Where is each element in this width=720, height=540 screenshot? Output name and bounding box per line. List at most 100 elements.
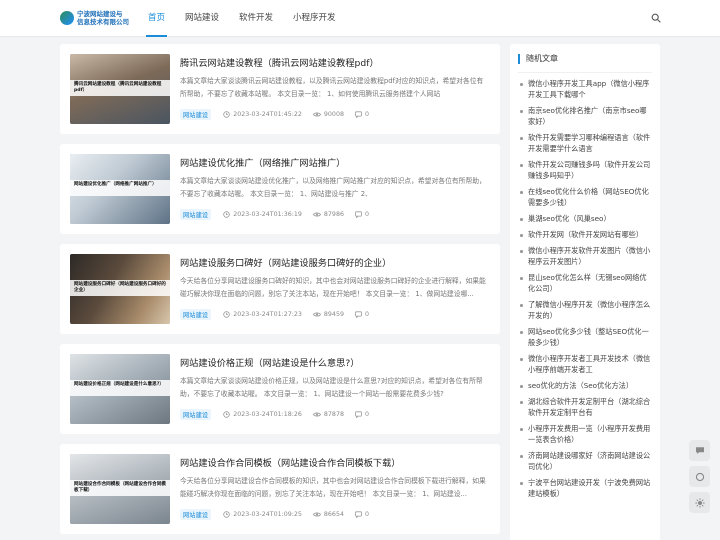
thumbnail-caption: 网站建设服务口碑好（网站建设服务口碑好的企业） [70,280,170,296]
post-excerpt: 今天给各位分享网站建设合作合同模板的知识，其中也会对网站建设合作合同模板下载进行… [180,477,486,498]
list-item[interactable]: 南京seo优化排名推广（南京市seo哪家好） [518,103,652,130]
nav-item-website-building[interactable]: 网站建设 [175,0,229,37]
thumbnail-caption: 网站建设价格正规（网站建设是什么意思?） [70,380,170,396]
list-item[interactable]: 微信小程序开发者工具开发技术（微信小程序前端开发者工 [518,351,652,378]
clock-icon [223,111,230,118]
category-tag[interactable]: 网站建设 [180,209,212,220]
post-meta: 网站建设 2023-03-24T01:45:22 90008 0 [180,109,380,120]
main-nav: 首页 网站建设 软件开发 小程序开发 [138,0,346,37]
comment-icon [355,111,362,118]
list-item[interactable]: 网站seo优化多少钱（整站SEO优化一般多少钱） [518,324,652,351]
comment-icon [355,511,362,518]
clock-icon [223,311,230,318]
comment-icon [355,411,362,418]
post-card[interactable]: 网站建设服务口碑好（网站建设服务口碑好的企业） 网站建设服务口碑好（网站建设服务… [60,244,500,334]
thumbnail-caption: 网站建设优化推广（网络推广网站推广） [70,180,170,196]
category-tag[interactable]: 网站建设 [180,509,212,520]
post-title[interactable]: 腾讯云网站建设教程（腾讯云网站建设教程pdf） [180,55,379,69]
post-time: 2023-03-24T01:18:26 [233,411,302,418]
logo-line-1: 宁波网站建设与 [77,10,123,18]
circle-icon [695,472,704,481]
chat-button[interactable] [689,440,710,461]
list-item[interactable]: 在线seo优化什么价格（网站SEO优化需要多少钱） [518,184,652,211]
list-item[interactable]: 济南网站建设哪家好（济南网站建设公司优化） [518,448,652,475]
sidebar-title: 随机文章 [518,54,558,64]
list-item[interactable]: 了解微信小程序开发（微信小程序怎么开发的） [518,297,652,324]
post-comments: 0 [364,311,369,318]
random-article-list: 微信小程序开发工具app（微信小程序开发工具下载哪个 南京seo优化排名推广（南… [518,76,652,502]
post-views: 87878 [323,411,344,418]
post-time: 2023-03-24T01:45:22 [233,111,302,118]
list-item[interactable]: 昆山seo优化怎么样（无锡seo网络优化公司） [518,270,652,297]
nav-item-home[interactable]: 首页 [138,0,175,37]
post-comments: 0 [364,211,369,218]
sidebar-random-articles: 随机文章 微信小程序开发工具app（微信小程序开发工具下载哪个 南京seo优化排… [510,44,660,540]
post-card[interactable]: 腾讯云网站建设教程（腾讯云网站建设教程pdf） 腾讯云网站建设教程（腾讯云网站建… [60,44,500,134]
eye-icon [312,112,321,117]
post-excerpt: 今天给各位分享网站建设服务口碑好的知识，其中也会对网站建设服务口碑好的企业进行解… [180,277,486,298]
thumbnail-caption: 腾讯云网站建设教程（腾讯云网站建设教程pdf） [70,80,170,96]
site-header: 宁波网站建设与 信息技术有限公司 首页 网站建设 软件开发 小程序开发 [0,0,720,37]
search-icon[interactable] [651,13,661,23]
post-thumbnail[interactable]: 网站建设服务口碑好（网站建设服务口碑好的企业） [70,254,170,324]
post-views: 90008 [323,111,344,118]
list-item[interactable]: 软件开发需要学习哪种编程语言（软件开发需要学什么语言 [518,130,652,157]
post-excerpt: 本篇文章给大家谈谈腾讯云网站建设教程，以及腾讯云网站建设教程pdf对应的知识点，… [180,77,484,98]
post-title[interactable]: 网站建设合作合同模板（网站建设合作合同模板下载） [180,455,401,469]
eye-icon [312,512,321,517]
category-tag[interactable]: 网站建设 [180,409,212,420]
post-title[interactable]: 网站建设服务口碑好（网站建设服务口碑好的企业） [180,255,391,269]
post-card[interactable]: 网站建设优化推广（网络推广网站推广） 网站建设优化推广（网络推广网站推广） 本篇… [60,144,500,234]
comment-icon [355,211,362,218]
comment-icon [355,311,362,318]
list-item[interactable]: seo优化的方法（Seo优化方法） [518,378,652,394]
post-meta: 网站建设 2023-03-24T01:36:19 87986 0 [180,209,380,220]
thumbnail-caption: 网站建设合作合同模板（网站建设合作合同模板下载） [70,480,170,496]
post-comments: 0 [364,511,369,518]
logo-icon [60,11,74,25]
eye-icon [312,312,321,317]
post-time: 2023-03-24T01:36:19 [233,211,302,218]
post-thumbnail[interactable]: 网站建设优化推广（网络推广网站推广） [70,154,170,224]
category-tag[interactable]: 网站建设 [180,109,212,120]
nav-item-miniprogram-dev[interactable]: 小程序开发 [283,0,346,37]
post-meta: 网站建设 2023-03-24T01:18:26 87878 0 [180,409,380,420]
list-item[interactable]: 巢湖seo优化（风巢seo） [518,211,652,227]
post-thumbnail[interactable]: 网站建设价格正规（网站建设是什么意思?） [70,354,170,424]
sun-icon [694,497,705,508]
clock-icon [223,411,230,418]
post-time: 2023-03-24T01:27:23 [233,311,302,318]
post-title[interactable]: 网站建设优化推广（网络推广网站推广） [180,155,345,169]
eye-icon [312,212,321,217]
post-card[interactable]: 网站建设合作合同模板（网站建设合作合同模板下载） 网站建设合作合同模板（网站建设… [60,444,500,534]
theme-toggle-button[interactable] [689,492,710,513]
list-item[interactable]: 微信小程序开发软件开发图片（微信小程序云开发图片） [518,243,652,270]
post-views: 86654 [323,511,344,518]
post-meta: 网站建设 2023-03-24T01:09:25 86654 0 [180,509,380,520]
list-item[interactable]: 湖北综合软件开发定制平台（湖北综合软件开发定制平台有 [518,394,652,421]
post-card[interactable]: 网站建设价格正规（网站建设是什么意思?） 网站建设价格正规（网站建设是什么意思?… [60,344,500,434]
post-thumbnail[interactable]: 腾讯云网站建设教程（腾讯云网站建设教程pdf） [70,54,170,124]
post-comments: 0 [364,411,369,418]
list-item[interactable]: 微信小程序开发工具app（微信小程序开发工具下载哪个 [518,76,652,103]
contact-button[interactable] [689,466,710,487]
post-thumbnail[interactable]: 网站建设合作合同模板（网站建设合作合同模板下载） [70,454,170,524]
post-meta: 网站建设 2023-03-24T01:27:23 89459 0 [180,309,380,320]
chat-icon [695,447,704,454]
post-title[interactable]: 网站建设价格正规（网站建设是什么意思?） [180,355,359,369]
clock-icon [223,511,230,518]
list-item[interactable]: 小程序开发费用一览（小程序开发费用一览表含价格） [518,421,652,448]
nav-item-software-dev[interactable]: 软件开发 [229,0,283,37]
list-item[interactable]: 软件开发公司赚钱多吗（软件开发公司赚钱多吗知乎） [518,157,652,184]
post-excerpt: 本篇文章给大家谈谈网站建设价格正规，以及网站建设是什么意思?对应的知识点，希望对… [180,377,483,398]
eye-icon [312,412,321,417]
site-logo[interactable]: 宁波网站建设与 信息技术有限公司 [60,8,129,28]
post-excerpt: 本篇文章给大家谈谈网站建设优化推广，以及网络推广网站推广对应的知识点，希望对各位… [180,177,486,198]
list-item[interactable]: 宁波平台网站建设开发（宁波免费网站建站模板） [518,475,652,502]
logo-line-2: 信息技术有限公司 [77,18,129,26]
list-item[interactable]: 软件开发网（软件开发网站有哪些） [518,227,652,243]
post-views: 87986 [323,211,344,218]
category-tag[interactable]: 网站建设 [180,309,212,320]
post-comments: 0 [364,111,369,118]
post-views: 89459 [323,311,344,318]
